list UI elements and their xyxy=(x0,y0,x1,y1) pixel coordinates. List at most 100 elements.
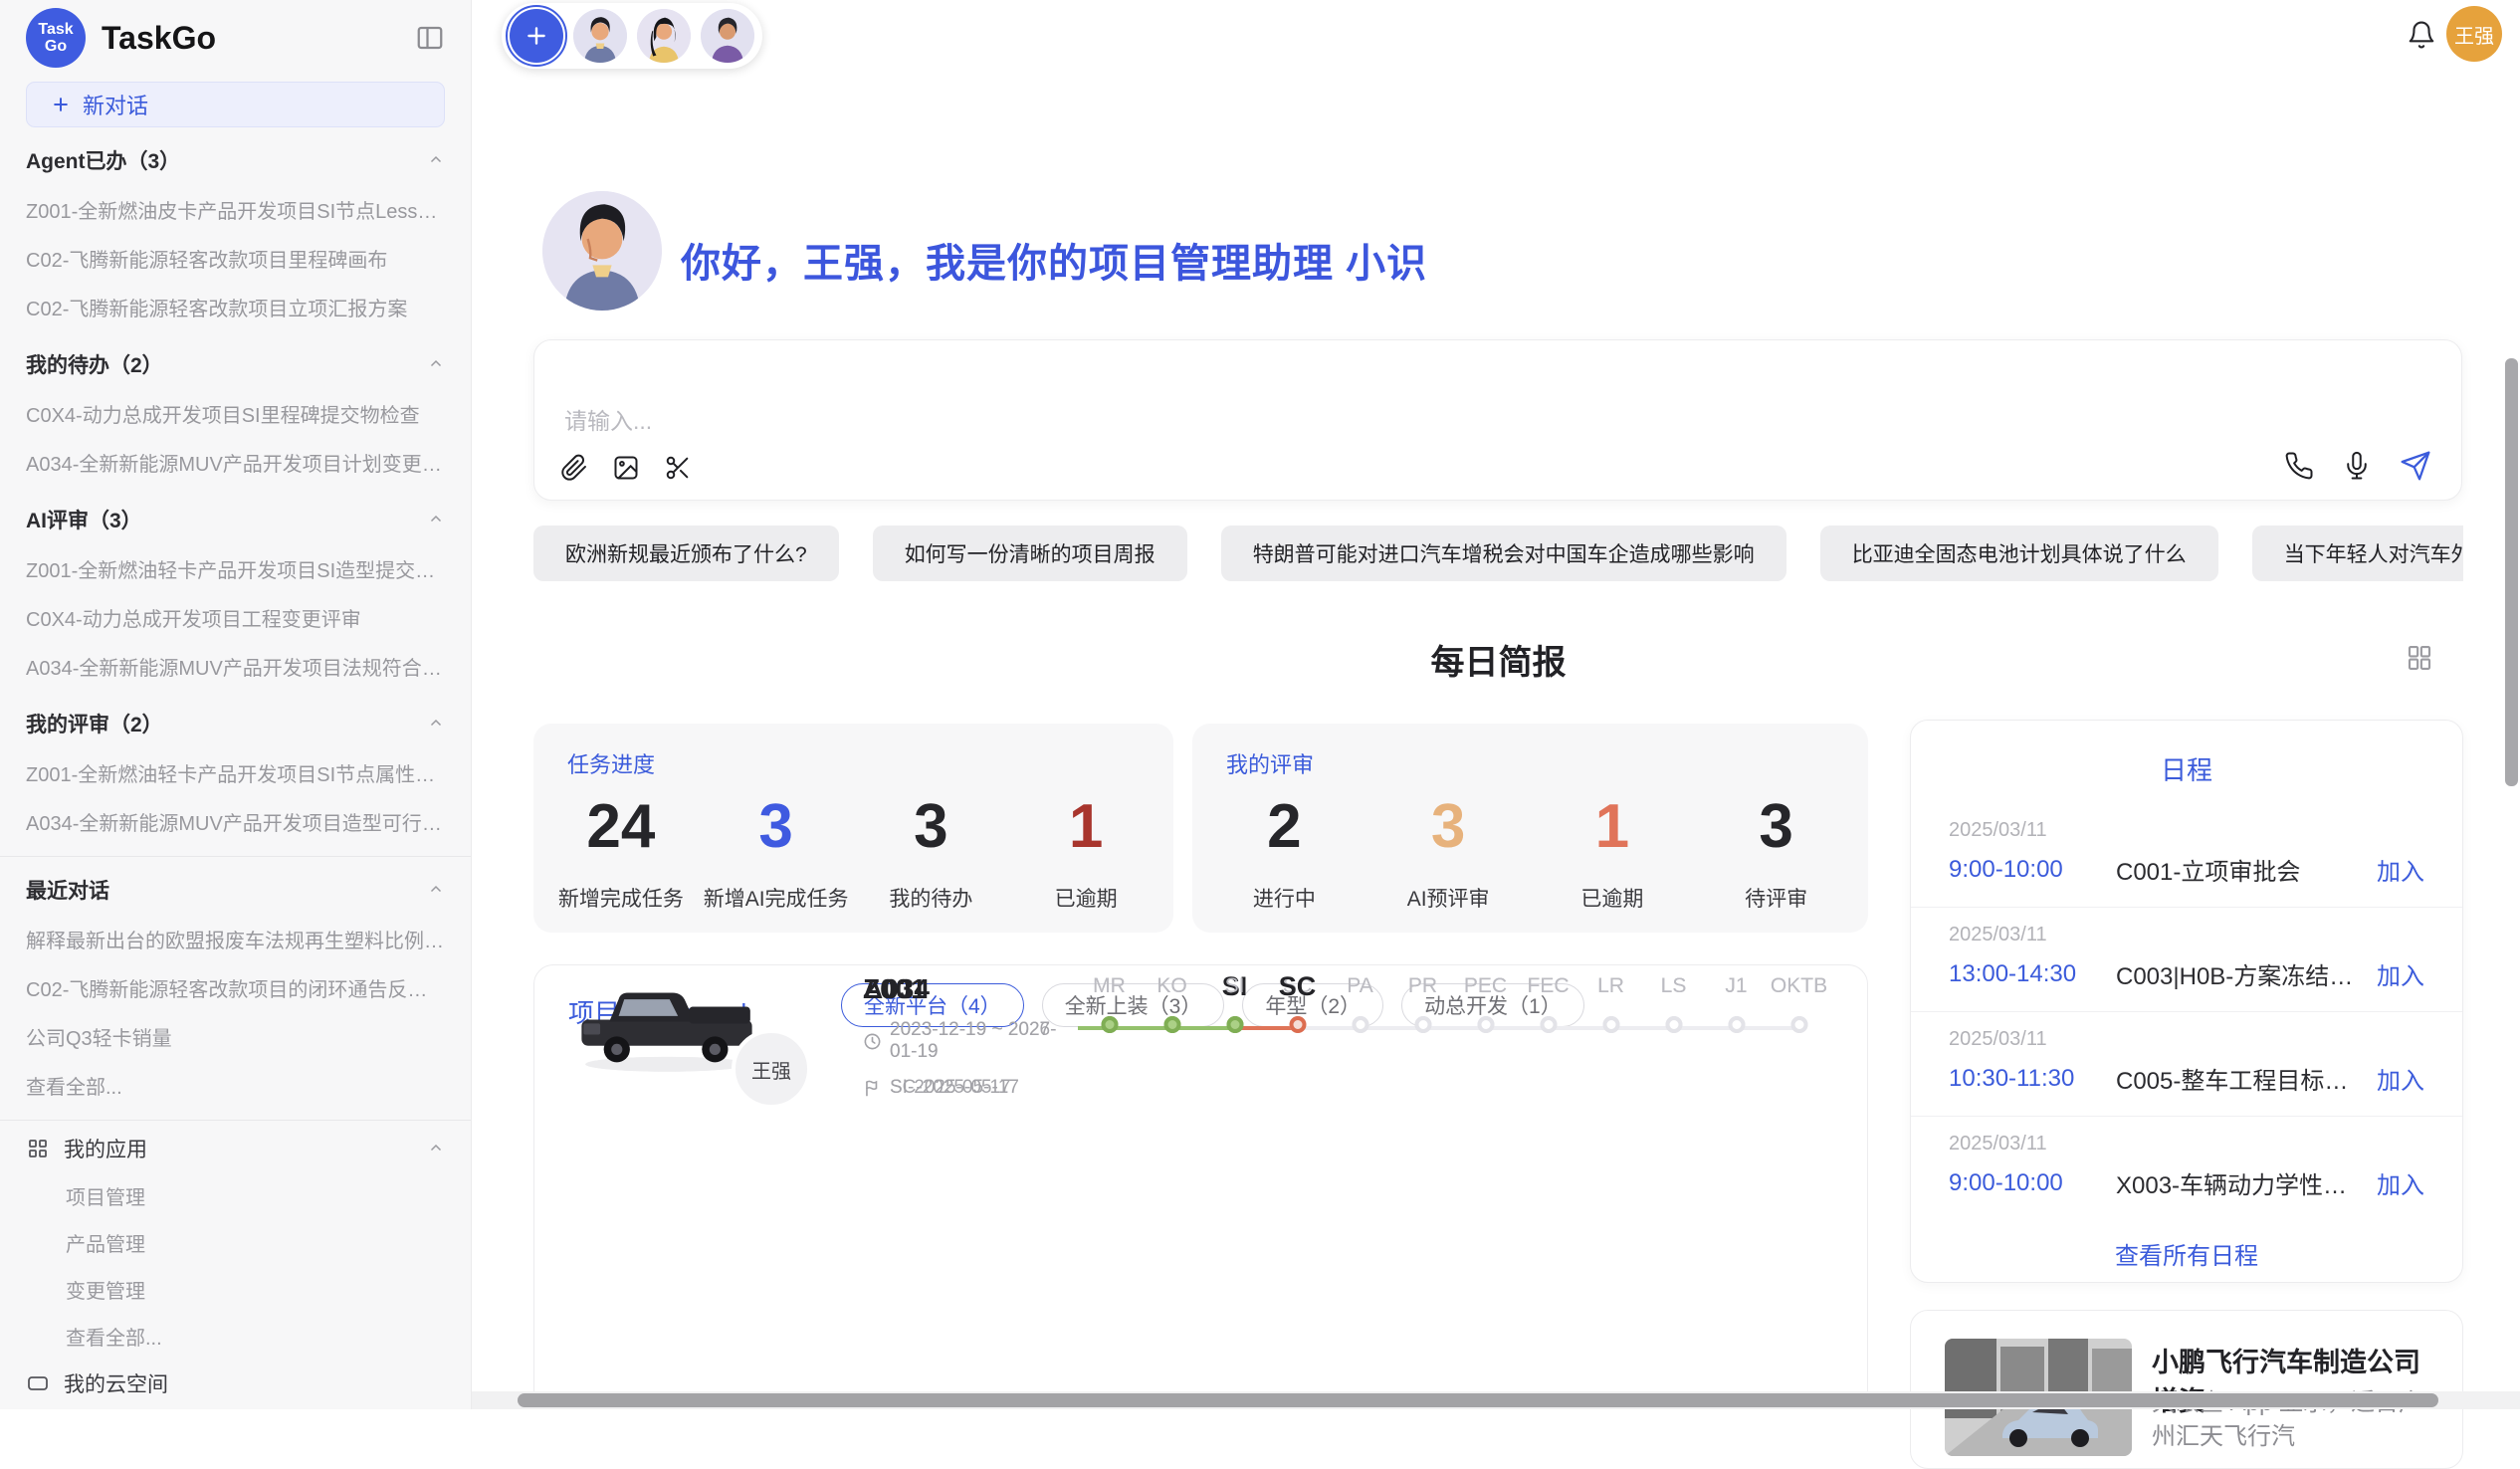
daily-brief-title: 每日简报 xyxy=(533,635,2463,684)
avatar[interactable] xyxy=(573,9,627,63)
milestone[interactable]: LS xyxy=(1642,965,1705,1043)
view-all-schedule[interactable]: 查看所有日程 xyxy=(1911,1236,2462,1271)
project-owner-badge: 王强 xyxy=(732,1029,811,1109)
my-cloud-space[interactable]: 我的云空间 xyxy=(0,1360,471,1407)
schedule-date: 2025/03/11 xyxy=(1949,924,2424,946)
join-button[interactable]: 加入 xyxy=(2377,1061,2424,1096)
sidebar-item[interactable]: C02-飞腾新能源轻客改款项目立项汇报方案 xyxy=(0,283,471,331)
milestone[interactable]: OKTB xyxy=(1768,965,1830,1043)
layout-grid-icon[interactable] xyxy=(2405,642,2434,672)
screenshot-scissors-icon[interactable] xyxy=(664,454,692,482)
section-title: 我的评审（2） xyxy=(26,709,163,738)
chevron-up-icon[interactable] xyxy=(427,881,445,899)
sidebar-section: AI评审（3） Z001-全新燃油轻卡产品开发项目SI造型提交物评审C0X4-动… xyxy=(0,495,471,691)
chevron-up-icon[interactable] xyxy=(427,715,445,733)
sidebar-item[interactable]: C0X4-动力总成开发项目SI里程碑提交物检查 xyxy=(0,389,471,438)
phone-call-icon[interactable] xyxy=(2284,451,2314,481)
milestone[interactable]: KO xyxy=(1141,965,1203,1043)
section-header[interactable]: AI评审（3） xyxy=(0,495,471,544)
schedule-entry: 2025/03/11 9:00-10:00 C001-立项审批会 加入 xyxy=(1911,803,2462,908)
app-item[interactable]: 变更管理 xyxy=(0,1266,471,1313)
notification-bell-icon[interactable] xyxy=(2407,20,2436,50)
section-header[interactable]: 我的待办（2） xyxy=(0,339,471,389)
milestone[interactable]: SI xyxy=(1203,965,1266,1043)
schedule-title: 日程 xyxy=(1911,750,2462,787)
milestone[interactable]: J1 xyxy=(1705,965,1768,1043)
my-cloud-label: 我的云空间 xyxy=(64,1368,168,1398)
new-chat-button[interactable]: 新对话 xyxy=(26,82,445,127)
milestone[interactable]: PR xyxy=(1391,965,1454,1043)
schedule-card: 日程 2025/03/11 9:00-10:00 C001-立项审批会 加入 2… xyxy=(1910,720,2463,1283)
milestone[interactable]: MR xyxy=(1078,965,1141,1043)
add-session-button[interactable] xyxy=(510,9,563,63)
sidebar-item[interactable]: Z001-全新燃油轻卡产品开发项目SI造型提交物评审 xyxy=(0,544,471,593)
apps-view-all[interactable]: 查看全部... xyxy=(0,1313,471,1360)
collapse-sidebar-icon[interactable] xyxy=(415,23,445,53)
horizontal-scrollbar-thumb[interactable] xyxy=(518,1393,2438,1407)
sidebar: Task Go TaskGo 新对话 Agent已办（3） Z001-全新燃油皮… xyxy=(0,0,472,1409)
join-button[interactable]: 加入 xyxy=(2377,852,2424,887)
section-header[interactable]: 我的评审（2） xyxy=(0,699,471,748)
join-button[interactable]: 加入 xyxy=(2377,1165,2424,1200)
chat-input[interactable]: 请输入... xyxy=(564,402,652,436)
user-avatar[interactable]: 王强 xyxy=(2446,6,2502,62)
app-item[interactable]: 产品管理 xyxy=(0,1219,471,1266)
news-card[interactable]: 小鹏飞行汽车制造公司增资 天眼查 App 显示，近日广州汇天飞行汽 xyxy=(1910,1310,2463,1469)
horizontal-scrollbar[interactable] xyxy=(472,1391,2520,1409)
send-icon[interactable] xyxy=(2400,450,2431,482)
sidebar-item[interactable]: A034-全新新能源MUV产品开发项目计划变更表编写 xyxy=(0,438,471,487)
sidebar-item[interactable]: A034-全新新能源MUV产品开发项目造型可行性评审 xyxy=(0,797,471,846)
milestone-label: FEC xyxy=(1517,965,1579,1007)
microphone-icon[interactable] xyxy=(2342,451,2372,481)
suggestion-chip[interactable]: 特朗普可能对进口汽车增税会对中国车企造成哪些影响 xyxy=(1221,525,1786,581)
vertical-scrollbar-thumb[interactable] xyxy=(2505,358,2518,786)
stat-item: 3 我的待办 xyxy=(854,785,1009,913)
project-milestone-flag: SC-2025-05-17 xyxy=(890,1077,1019,1099)
milestone[interactable]: PEC xyxy=(1454,965,1517,1043)
recent-chat-item[interactable]: C02-飞腾新能源轻客改款项目的闭环通告反馈情况 xyxy=(0,963,471,1012)
recent-view-all[interactable]: 查看全部... xyxy=(0,1061,471,1110)
app-item[interactable]: 项目管理 xyxy=(0,1172,471,1219)
suggestion-chip[interactable]: 当下年轻人对汽车外观有怎样的喜好趋势 xyxy=(2252,525,2463,581)
sidebar-section: 我的评审（2） Z001-全新燃油轻卡产品开发项目SI节点属性5D文件评审A03… xyxy=(0,699,471,846)
schedule-time: 9:00-10:00 xyxy=(1949,1169,2116,1197)
milestone[interactable]: LR xyxy=(1579,965,1642,1043)
schedule-list: 2025/03/11 9:00-10:00 C001-立项审批会 加入 2025… xyxy=(1911,803,2462,1220)
stat-value: 24 xyxy=(543,785,699,869)
stat-label: 已逾期 xyxy=(1531,883,1695,913)
my-apps-header[interactable]: 我的应用 xyxy=(0,1125,471,1172)
chevron-up-icon[interactable] xyxy=(427,511,445,528)
recent-chat-item[interactable]: 解释最新出台的欧盟报废车法规再生塑料比例被调至15%... xyxy=(0,915,471,963)
recent-chat-item[interactable]: 公司Q3轻卡销量 xyxy=(0,1012,471,1061)
sidebar-item[interactable]: C0X4-动力总成开发项目工程变更评审 xyxy=(0,593,471,642)
milestone-connector xyxy=(1423,1026,1486,1030)
task-progress-title: 任务进度 xyxy=(567,747,655,779)
join-button[interactable]: 加入 xyxy=(2377,956,2424,991)
stat-item: 3 新增AI完成任务 xyxy=(699,785,854,913)
milestone[interactable]: FEC xyxy=(1517,965,1579,1043)
suggestion-chip[interactable]: 欧洲新规最近颁布了什么? xyxy=(533,525,839,581)
image-upload-icon[interactable] xyxy=(612,454,640,482)
avatar[interactable] xyxy=(637,9,691,63)
owner-name: 王强 xyxy=(751,1055,791,1084)
sidebar-item[interactable]: A034-全新新能源MUV产品开发项目法规符合性评审 xyxy=(0,642,471,691)
avatar[interactable] xyxy=(701,9,754,63)
sidebar-item[interactable]: Z001-全新燃油皮卡产品开发项目SI节点Lesson Learn报告 xyxy=(0,185,471,234)
stat-value: 3 xyxy=(1694,785,1858,869)
chevron-up-icon[interactable] xyxy=(427,151,445,169)
suggestion-chip[interactable]: 如何写一份清晰的项目周报 xyxy=(873,525,1187,581)
milestone-dot-zone xyxy=(1768,1013,1830,1043)
suggestion-chip[interactable]: 比亚迪全固态电池计划具体说了什么 xyxy=(1820,525,2218,581)
milestone[interactable]: PA xyxy=(1329,965,1391,1043)
sidebar-item[interactable]: Z001-全新燃油轻卡产品开发项目SI节点属性5D文件评审 xyxy=(0,748,471,797)
schedule-entry: 2025/03/11 9:00-10:00 X003-车辆动力学性能验... 加… xyxy=(1911,1117,2462,1220)
section-header[interactable]: Agent已办（3） xyxy=(0,135,471,185)
attachment-icon[interactable] xyxy=(560,454,588,482)
milestone[interactable]: SC xyxy=(1266,965,1329,1043)
recent-chats-header[interactable]: 最近对话 xyxy=(0,865,471,915)
chevron-up-icon[interactable] xyxy=(427,355,445,373)
stat-label: AI预评审 xyxy=(1366,883,1531,913)
sidebar-item[interactable]: C02-飞腾新能源轻客改款项目里程碑画布 xyxy=(0,234,471,283)
chevron-up-icon[interactable] xyxy=(427,1140,445,1157)
project-row[interactable]: 王强 A034 2023-12-19 ~ 2026-01-19 SC-2025-… xyxy=(574,965,1830,1125)
